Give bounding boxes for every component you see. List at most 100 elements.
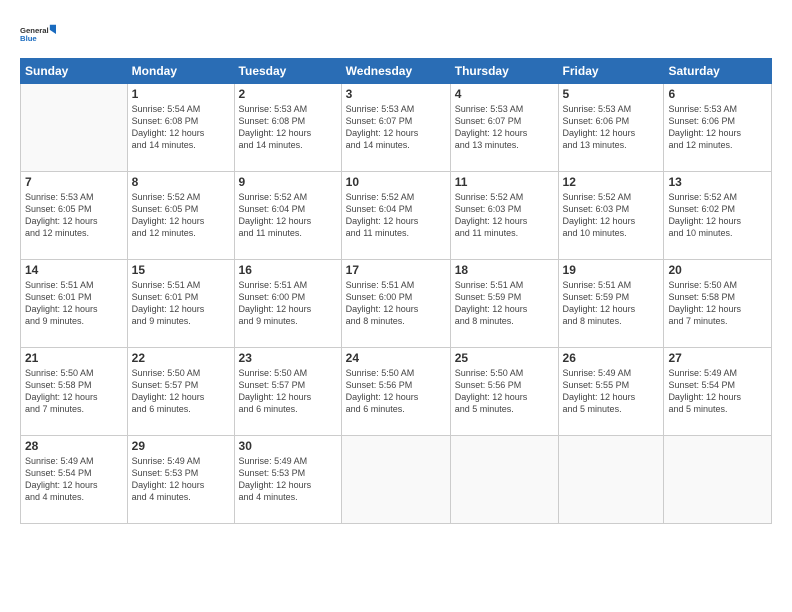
day-number: 21 xyxy=(25,351,123,365)
calendar-cell xyxy=(664,436,772,524)
day-info: Sunrise: 5:50 AM Sunset: 5:58 PM Dayligh… xyxy=(668,279,767,328)
calendar-cell: 7 Sunrise: 5:53 AM Sunset: 6:05 PM Daylig… xyxy=(21,172,128,260)
day-info: Sunrise: 5:52 AM Sunset: 6:02 PM Dayligh… xyxy=(668,191,767,240)
calendar-cell: 17 Sunrise: 5:51 AM Sunset: 6:00 PM Dayli… xyxy=(341,260,450,348)
day-info: Sunrise: 5:52 AM Sunset: 6:04 PM Dayligh… xyxy=(239,191,337,240)
week-row-5: 28Sunrise: 5:49 AM Sunset: 5:54 PM Dayli… xyxy=(21,436,772,524)
day-number: 24 xyxy=(346,351,446,365)
day-number: 1 xyxy=(132,87,230,101)
svg-text:Blue: Blue xyxy=(20,34,37,43)
week-row-3: 14 Sunrise: 5:51 AM Sunset: 6:01 PM Dayli… xyxy=(21,260,772,348)
calendar-header-row: SundayMondayTuesdayWednesdayThursdayFrid… xyxy=(21,59,772,84)
day-number: 18 xyxy=(455,263,554,277)
day-number: 20 xyxy=(668,263,767,277)
calendar-cell: 19Sunrise: 5:51 AM Sunset: 5:59 PM Dayli… xyxy=(558,260,664,348)
calendar-cell: 24 Sunrise: 5:50 AM Sunset: 5:56 PM Dayli… xyxy=(341,348,450,436)
header-tuesday: Tuesday xyxy=(234,59,341,84)
calendar-cell: 16 Sunrise: 5:51 AM Sunset: 6:00 PM Dayli… xyxy=(234,260,341,348)
header-monday: Monday xyxy=(127,59,234,84)
week-row-4: 21Sunrise: 5:50 AM Sunset: 5:58 PM Dayli… xyxy=(21,348,772,436)
day-number: 29 xyxy=(132,439,230,453)
day-info: Sunrise: 5:51 AM Sunset: 6:00 PM Dayligh… xyxy=(346,279,446,328)
day-number: 12 xyxy=(563,175,660,189)
logo: General Blue xyxy=(20,18,56,50)
logo-svg: General Blue xyxy=(20,18,56,50)
calendar-cell: 26 Sunrise: 5:49 AM Sunset: 5:55 PM Dayli… xyxy=(558,348,664,436)
day-info: Sunrise: 5:53 AM Sunset: 6:06 PM Dayligh… xyxy=(563,103,660,152)
day-info: Sunrise: 5:49 AM Sunset: 5:54 PM Dayligh… xyxy=(668,367,767,416)
day-number: 17 xyxy=(346,263,446,277)
day-number: 3 xyxy=(346,87,446,101)
day-number: 2 xyxy=(239,87,337,101)
day-info: Sunrise: 5:52 AM Sunset: 6:03 PM Dayligh… xyxy=(563,191,660,240)
day-info: Sunrise: 5:53 AM Sunset: 6:07 PM Dayligh… xyxy=(455,103,554,152)
day-info: Sunrise: 5:54 AM Sunset: 6:08 PM Dayligh… xyxy=(132,103,230,152)
calendar-cell: 30 Sunrise: 5:49 AM Sunset: 5:53 PM Dayli… xyxy=(234,436,341,524)
day-number: 27 xyxy=(668,351,767,365)
day-info: Sunrise: 5:53 AM Sunset: 6:08 PM Dayligh… xyxy=(239,103,337,152)
day-number: 14 xyxy=(25,263,123,277)
header: General Blue xyxy=(20,18,772,50)
header-saturday: Saturday xyxy=(664,59,772,84)
calendar-cell: 15 Sunrise: 5:51 AM Sunset: 6:01 PM Dayli… xyxy=(127,260,234,348)
calendar-table: SundayMondayTuesdayWednesdayThursdayFrid… xyxy=(20,58,772,524)
day-number: 15 xyxy=(132,263,230,277)
day-number: 9 xyxy=(239,175,337,189)
calendar-cell: 12 Sunrise: 5:52 AM Sunset: 6:03 PM Dayli… xyxy=(558,172,664,260)
day-number: 30 xyxy=(239,439,337,453)
day-number: 11 xyxy=(455,175,554,189)
calendar-cell: 10Sunrise: 5:52 AM Sunset: 6:04 PM Dayli… xyxy=(341,172,450,260)
day-info: Sunrise: 5:50 AM Sunset: 5:56 PM Dayligh… xyxy=(346,367,446,416)
calendar-cell: 2 Sunrise: 5:53 AM Sunset: 6:08 PM Daylig… xyxy=(234,84,341,172)
day-info: Sunrise: 5:51 AM Sunset: 5:59 PM Dayligh… xyxy=(563,279,660,328)
calendar-cell xyxy=(450,436,558,524)
day-info: Sunrise: 5:51 AM Sunset: 6:00 PM Dayligh… xyxy=(239,279,337,328)
calendar-cell: 29 Sunrise: 5:49 AM Sunset: 5:53 PM Dayli… xyxy=(127,436,234,524)
calendar-cell: 21Sunrise: 5:50 AM Sunset: 5:58 PM Dayli… xyxy=(21,348,128,436)
day-info: Sunrise: 5:53 AM Sunset: 6:06 PM Dayligh… xyxy=(668,103,767,152)
day-number: 10 xyxy=(346,175,446,189)
day-info: Sunrise: 5:49 AM Sunset: 5:55 PM Dayligh… xyxy=(563,367,660,416)
day-info: Sunrise: 5:49 AM Sunset: 5:53 PM Dayligh… xyxy=(132,455,230,504)
day-number: 22 xyxy=(132,351,230,365)
day-info: Sunrise: 5:52 AM Sunset: 6:03 PM Dayligh… xyxy=(455,191,554,240)
day-number: 5 xyxy=(563,87,660,101)
calendar-cell xyxy=(21,84,128,172)
day-number: 4 xyxy=(455,87,554,101)
day-info: Sunrise: 5:49 AM Sunset: 5:53 PM Dayligh… xyxy=(239,455,337,504)
day-info: Sunrise: 5:50 AM Sunset: 5:57 PM Dayligh… xyxy=(239,367,337,416)
week-row-2: 7 Sunrise: 5:53 AM Sunset: 6:05 PM Daylig… xyxy=(21,172,772,260)
calendar-cell: 8Sunrise: 5:52 AM Sunset: 6:05 PM Daylig… xyxy=(127,172,234,260)
calendar-cell xyxy=(341,436,450,524)
calendar-cell: 9 Sunrise: 5:52 AM Sunset: 6:04 PM Daylig… xyxy=(234,172,341,260)
calendar-cell: 28Sunrise: 5:49 AM Sunset: 5:54 PM Dayli… xyxy=(21,436,128,524)
day-number: 26 xyxy=(563,351,660,365)
calendar-cell: 4 Sunrise: 5:53 AM Sunset: 6:07 PM Daylig… xyxy=(450,84,558,172)
day-number: 13 xyxy=(668,175,767,189)
day-number: 16 xyxy=(239,263,337,277)
day-info: Sunrise: 5:52 AM Sunset: 6:05 PM Dayligh… xyxy=(132,191,230,240)
calendar-cell: 20 Sunrise: 5:50 AM Sunset: 5:58 PM Dayli… xyxy=(664,260,772,348)
day-info: Sunrise: 5:51 AM Sunset: 5:59 PM Dayligh… xyxy=(455,279,554,328)
day-info: Sunrise: 5:51 AM Sunset: 6:01 PM Dayligh… xyxy=(132,279,230,328)
svg-text:General: General xyxy=(20,26,49,35)
day-info: Sunrise: 5:53 AM Sunset: 6:05 PM Dayligh… xyxy=(25,191,123,240)
day-info: Sunrise: 5:53 AM Sunset: 6:07 PM Dayligh… xyxy=(346,103,446,152)
calendar-cell: 23Sunrise: 5:50 AM Sunset: 5:57 PM Dayli… xyxy=(234,348,341,436)
day-number: 28 xyxy=(25,439,123,453)
calendar-cell: 1 Sunrise: 5:54 AM Sunset: 6:08 PM Daylig… xyxy=(127,84,234,172)
calendar-cell: 18 Sunrise: 5:51 AM Sunset: 5:59 PM Dayli… xyxy=(450,260,558,348)
header-wednesday: Wednesday xyxy=(341,59,450,84)
day-number: 7 xyxy=(25,175,123,189)
day-info: Sunrise: 5:50 AM Sunset: 5:56 PM Dayligh… xyxy=(455,367,554,416)
calendar-cell: 11 Sunrise: 5:52 AM Sunset: 6:03 PM Dayli… xyxy=(450,172,558,260)
day-number: 25 xyxy=(455,351,554,365)
calendar-cell: 3 Sunrise: 5:53 AM Sunset: 6:07 PM Daylig… xyxy=(341,84,450,172)
header-friday: Friday xyxy=(558,59,664,84)
calendar-cell xyxy=(558,436,664,524)
calendar-cell: 14Sunrise: 5:51 AM Sunset: 6:01 PM Dayli… xyxy=(21,260,128,348)
day-info: Sunrise: 5:50 AM Sunset: 5:57 PM Dayligh… xyxy=(132,367,230,416)
day-number: 6 xyxy=(668,87,767,101)
calendar-cell: 13 Sunrise: 5:52 AM Sunset: 6:02 PM Dayli… xyxy=(664,172,772,260)
calendar-cell: 25 Sunrise: 5:50 AM Sunset: 5:56 PM Dayli… xyxy=(450,348,558,436)
